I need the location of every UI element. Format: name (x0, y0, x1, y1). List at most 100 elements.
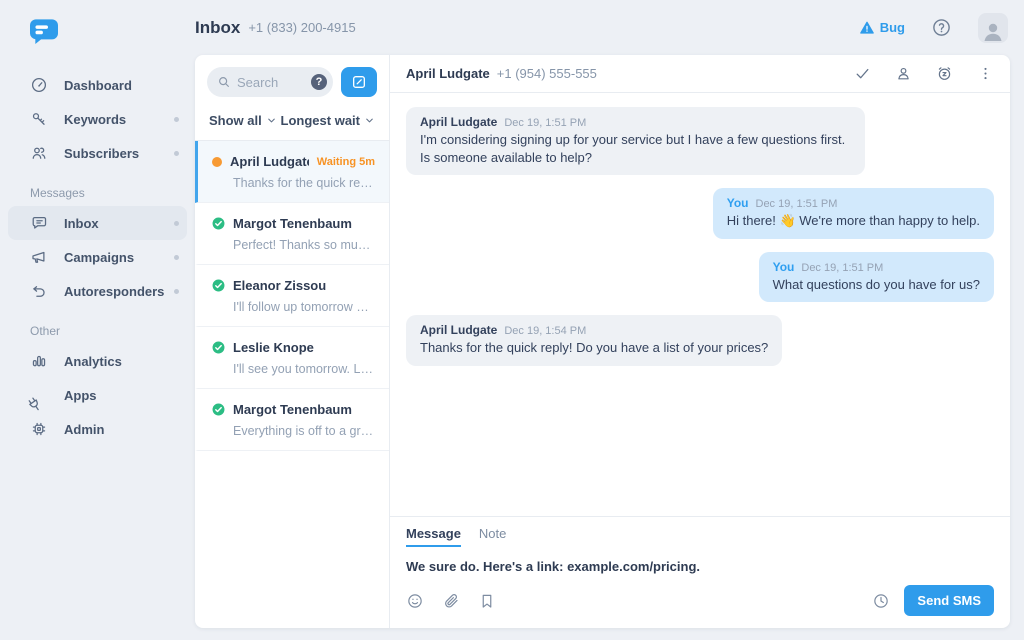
message-bubble-incoming: April Ludgate Dec 19, 1:51 PM I'm consid… (406, 107, 865, 175)
resolve-button[interactable] (854, 65, 871, 82)
app-logo[interactable] (28, 16, 60, 48)
warning-triangle-icon (859, 20, 875, 36)
sidebar-item-label: Dashboard (64, 78, 132, 93)
logo-chat-bubble-icon (28, 16, 60, 48)
message-time: Dec 19, 1:54 PM (504, 325, 586, 337)
contact-info-button[interactable] (895, 65, 912, 82)
bug-label: Bug (880, 20, 905, 35)
search-input[interactable] (231, 75, 311, 90)
sidebar-item-campaigns[interactable]: Campaigns (0, 240, 195, 274)
key-icon (30, 110, 48, 128)
check-icon (854, 65, 871, 82)
more-menu-button[interactable] (977, 65, 994, 82)
conversation-list: April Ludgate Waiting 5m Thanks for the … (195, 141, 389, 628)
message-time: Dec 19, 1:51 PM (504, 117, 586, 129)
waiting-dot-icon (212, 157, 222, 167)
message-bubble-outgoing: You Dec 19, 1:51 PM What questions do yo… (759, 252, 994, 303)
item-dot (174, 151, 179, 156)
question-circle-icon (931, 17, 952, 38)
conversation-item[interactable]: Leslie Knope I'll see you tomorrow. Let … (195, 327, 389, 389)
filter-sort-label: Longest wait (281, 113, 360, 128)
contact-phone: +1 (954) 555-555 (497, 66, 597, 81)
search-box (207, 67, 333, 97)
message-text: What questions do you have for us? (773, 276, 980, 294)
sidebar-item-subscribers[interactable]: Subscribers (0, 136, 195, 170)
filter-sort-dropdown[interactable]: Longest wait (281, 113, 375, 128)
emoji-button[interactable] (406, 592, 424, 610)
sidebar-item-apps[interactable]: Apps (0, 378, 195, 412)
saved-replies-button[interactable] (478, 592, 496, 610)
sidebar-item-label: Analytics (64, 354, 122, 369)
conversation-item[interactable]: Eleanor Zissou I'll follow up tomorrow w… (195, 265, 389, 327)
conversation-item[interactable]: Margot Tenenbaum Perfect! Thanks so much… (195, 203, 389, 265)
tab-note[interactable]: Note (479, 526, 506, 547)
sidebar-item-label: Inbox (64, 216, 99, 231)
message-bubble-outgoing: You Dec 19, 1:51 PM Hi there! 👋 We're mo… (713, 188, 994, 239)
people-icon (30, 144, 48, 162)
snooze-button[interactable] (936, 65, 953, 82)
tab-message[interactable]: Message (406, 526, 461, 547)
item-dot (174, 255, 179, 260)
message-bubble-incoming: April Ludgate Dec 19, 1:54 PM Thanks for… (406, 315, 782, 366)
conversation-preview: Everything is off to a great start. Appr… (233, 424, 375, 438)
chip-icon (30, 420, 48, 438)
conversation-name: Eleanor Zissou (233, 278, 375, 293)
search-help-icon[interactable] (311, 74, 327, 90)
attachment-button[interactable] (442, 592, 460, 610)
message-sender: You (773, 260, 795, 274)
conversation-preview: I'll follow up tomorrow with more det... (233, 300, 375, 314)
message-time: Dec 19, 1:51 PM (756, 198, 838, 210)
conversation-preview: Perfect! Thanks so much for your help. (233, 238, 375, 252)
report-bug-button[interactable]: Bug (859, 20, 905, 36)
page-title: Inbox (195, 18, 240, 38)
chat-icon (30, 214, 48, 232)
send-sms-button[interactable]: Send SMS (904, 585, 994, 616)
person-icon (895, 65, 912, 82)
person-silhouette-icon (981, 19, 1005, 43)
sidebar-item-dashboard[interactable]: Dashboard (0, 68, 195, 102)
topbar-actions: Bug (859, 13, 1008, 43)
sidebar-item-inbox[interactable]: Inbox (8, 206, 187, 240)
conversation-name: Margot Tenenbaum (233, 402, 375, 417)
sidebar-item-label: Autoresponders (64, 284, 164, 299)
conversation-item[interactable]: April Ludgate Waiting 5m Thanks for the … (195, 141, 389, 203)
loop-icon (30, 282, 48, 300)
message-time: Dec 19, 1:51 PM (801, 262, 883, 274)
inbox-card: Show all Longest wait April Ludgate Wait… (195, 55, 1010, 628)
filter-show-dropdown[interactable]: Show all (209, 113, 277, 128)
conversation-item[interactable]: Margot Tenenbaum Everything is off to a … (195, 389, 389, 451)
sidebar-item-admin[interactable]: Admin (0, 412, 195, 446)
chevron-down-icon (364, 115, 375, 126)
contact-name: April Ludgate (406, 66, 490, 81)
message-thread: April Ludgate Dec 19, 1:51 PM I'm consid… (390, 93, 1010, 516)
bookmark-icon (478, 592, 496, 610)
composer-right: Send SMS (872, 585, 994, 616)
item-dot (174, 117, 179, 122)
conversation-list-panel: Show all Longest wait April Ludgate Wait… (195, 55, 390, 628)
sidebar: Dashboard Keywords Subscribers Messages … (0, 0, 195, 640)
main-area: Inbox +1 (833) 200-4915 Bug (195, 0, 1024, 640)
conversation-name: Leslie Knope (233, 340, 375, 355)
sidebar-item-label: Campaigns (64, 250, 134, 265)
message-sender: April Ludgate (420, 323, 497, 337)
new-message-button[interactable] (341, 67, 377, 97)
filter-show-label: Show all (209, 113, 262, 128)
composer-toolbar: Send SMS (406, 585, 994, 616)
message-input[interactable]: We sure do. Here's a link: example.com/p… (406, 547, 994, 585)
message-sender: April Ludgate (420, 115, 497, 129)
user-avatar[interactable] (978, 13, 1008, 43)
sidebar-item-autoresponders[interactable]: Autoresponders (0, 274, 195, 308)
compose-icon (351, 74, 367, 90)
resolved-check-icon (212, 279, 225, 292)
chat-header: April Ludgate +1 (954) 555-555 (390, 55, 1010, 93)
schedule-button[interactable] (872, 592, 890, 610)
sidebar-item-analytics[interactable]: Analytics (0, 344, 195, 378)
sidebar-item-keywords[interactable]: Keywords (0, 102, 195, 136)
sidebar-item-label: Admin (64, 422, 104, 437)
search-row (195, 55, 389, 107)
resolved-check-icon (212, 403, 225, 416)
chat-panel: April Ludgate +1 (954) 555-555 April Lud… (390, 55, 1010, 628)
help-button[interactable] (931, 17, 952, 38)
sidebar-section-other: Other (0, 308, 195, 344)
message-text: Thanks for the quick reply! Do you have … (420, 339, 768, 357)
